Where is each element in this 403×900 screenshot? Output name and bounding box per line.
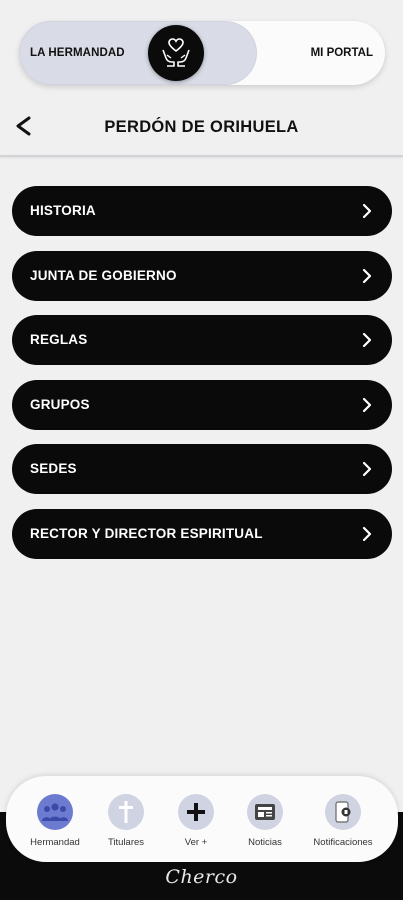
chevron-right-icon: [362, 526, 372, 542]
menu-item-junta-de-gobierno[interactable]: JUNTA DE GOBIERNO: [12, 250, 392, 301]
chevron-right-icon: [362, 333, 372, 348]
brand-logo: Cherco: [165, 866, 238, 888]
header-divider: [0, 155, 403, 157]
nav-item-hermandad[interactable]: Hermandad: [16, 776, 94, 862]
menu-item-historia[interactable]: HISTORIA: [12, 186, 392, 236]
chevron-right-icon: [362, 268, 372, 283]
nav-item-titulares[interactable]: Titulares: [87, 776, 165, 862]
chevron-right-icon: [362, 462, 372, 477]
menu-item-sedes[interactable]: SEDES: [12, 444, 392, 495]
toggle-knob[interactable]: [148, 25, 204, 81]
people-group-icon: [42, 803, 68, 821]
nav-label: Titulares: [107, 837, 145, 848]
nav-item-notificaciones[interactable]: Notificaciones: [304, 776, 382, 862]
phone-notification-icon: [335, 801, 351, 823]
menu-item-label: JUNTA DE GOBIERNO: [30, 267, 177, 283]
section-toggle: LA HERMANDAD MI PORTAL: [19, 21, 385, 85]
nav-label: Noticias: [248, 837, 282, 848]
menu-item-grupos[interactable]: GRUPOS: [12, 379, 392, 430]
menu-item-rector-y-director-espiritual[interactable]: RECTOR Y DIRECTOR ESPIRITUAL: [12, 508, 392, 559]
nav-icon-circle: [178, 794, 214, 830]
nav-item-noticias[interactable]: Noticias: [226, 776, 304, 862]
hands-heart-icon: [162, 38, 190, 67]
nav-icon-circle: [108, 794, 144, 830]
cross-icon: [119, 801, 133, 823]
page-title: PERDÓN DE ORIHUELA: [104, 118, 299, 136]
toggle-mi-portal[interactable]: MI PORTAL: [311, 21, 373, 85]
nav-label: Hermandad: [30, 837, 80, 848]
menu-item-label: REGLAS: [30, 332, 88, 348]
nav-label: Notificaciones: [313, 837, 373, 848]
nav-icon-circle: [37, 794, 73, 830]
menu-item-reglas[interactable]: REGLAS: [12, 315, 392, 366]
nav-item-ver-mas[interactable]: Ver +: [157, 776, 235, 862]
chevron-right-icon: [362, 203, 372, 219]
menu-item-label: GRUPOS: [30, 396, 90, 412]
toggle-la-hermandad[interactable]: LA HERMANDAD: [30, 21, 125, 85]
nav-label: Ver +: [184, 837, 208, 848]
newspaper-icon: [255, 804, 275, 820]
menu-item-label: RECTOR Y DIRECTOR ESPIRITUAL: [30, 525, 263, 541]
bottom-nav: Hermandad Titulares Ver + Noticias Notif…: [6, 776, 398, 862]
plus-icon: [187, 803, 205, 821]
nav-icon-circle: [247, 794, 283, 830]
chevron-right-icon: [362, 397, 372, 412]
menu-item-label: SEDES: [30, 461, 77, 477]
menu-list: HISTORIA JUNTA DE GOBIERNO REGLAS GRUPOS…: [12, 186, 392, 574]
menu-item-label: HISTORIA: [30, 203, 96, 218]
nav-icon-circle: [325, 794, 361, 830]
